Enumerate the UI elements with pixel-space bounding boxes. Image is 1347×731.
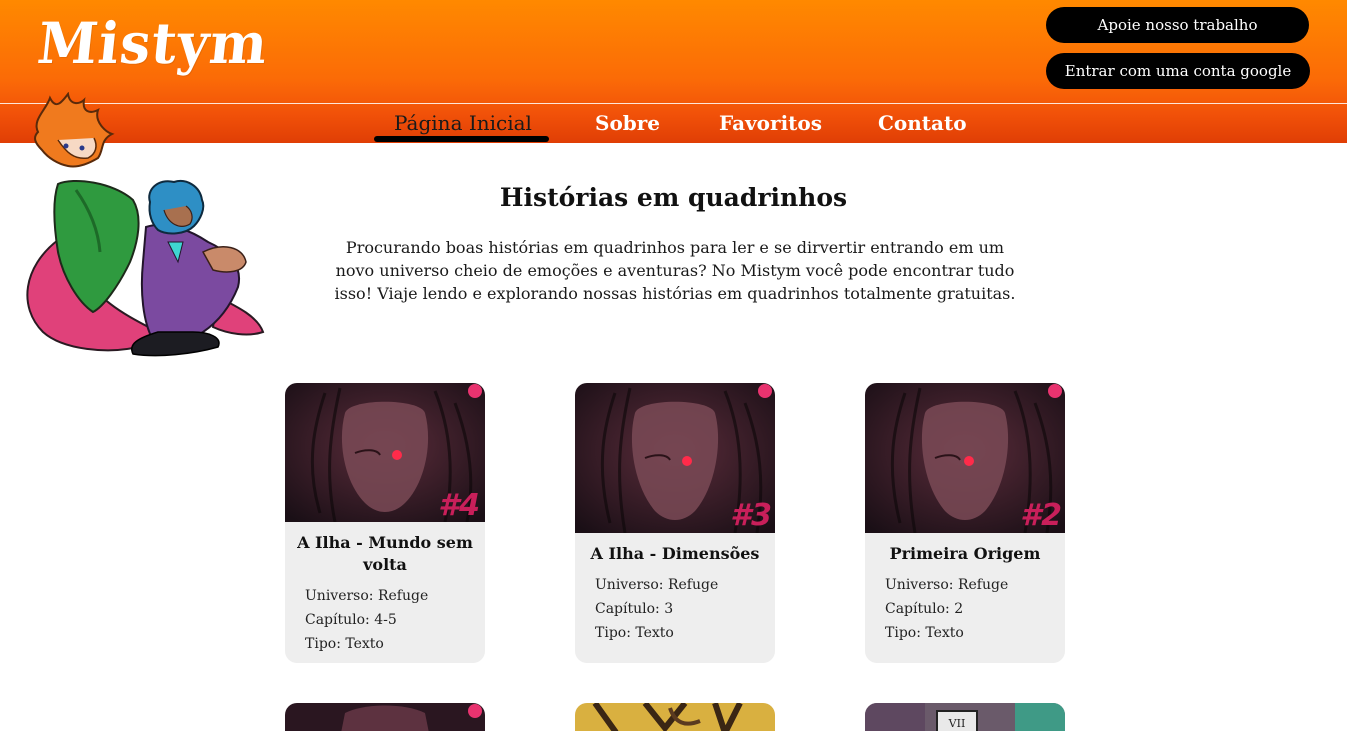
nav-active-indicator [374,136,549,142]
comic-title: A Ilha - Dimensões [590,544,760,563]
comic-title: Primeira Origem [889,544,1041,563]
svg-text:VII: VII [948,717,966,730]
comic-cover-image [575,703,775,731]
comic-type: Tipo: Texto [305,636,384,652]
comic-cover-image [285,703,485,731]
comic-card[interactable] [285,703,485,731]
nav-item-contact[interactable]: Contato [878,111,967,143]
comic-card[interactable]: #3 A Ilha - Dimensões Universo: Refuge C… [575,383,775,663]
comic-chapter: Capítulo: 4-5 [305,612,397,628]
comic-card[interactable]: VII [865,703,1065,731]
comic-card[interactable]: #4 A Ilha - Mundo sem volta Universo: Re… [285,383,485,663]
page: Mistym Apoie nosso trabalho Entrar com u… [0,0,1347,731]
comic-universe: Universo: Refuge [885,577,1009,593]
svg-text:#4: #4 [438,488,480,522]
support-button[interactable]: Apoie nosso trabalho [1046,7,1309,43]
comic-card[interactable] [575,703,775,731]
intro-text: Procurando boas histórias em quadrinhos … [334,238,1016,303]
nav-item-favorites[interactable]: Favoritos [719,111,822,143]
svg-text:#3: #3 [730,498,772,533]
comic-type: Tipo: Texto [595,625,674,641]
comic-universe: Universo: Refuge [595,577,719,593]
comic-cover-image: #4 [285,383,485,522]
google-login-button[interactable]: Entrar com uma conta google [1046,53,1310,89]
comic-cover-image: #3 [575,383,775,533]
comic-chapter: Capítulo: 2 [885,601,964,617]
site-logo[interactable]: Mistym [34,6,272,80]
mascot-illustration [26,92,265,357]
comic-cover-image: #2 [865,383,1065,533]
nav-item-about[interactable]: Sobre [595,111,660,143]
comic-chapter: Capítulo: 3 [595,601,674,617]
section-title: Histórias em quadrinhos [499,183,848,212]
comic-cover-image: VII [865,703,1065,731]
comic-type: Tipo: Texto [885,625,964,641]
svg-text:#2: #2 [1020,498,1062,533]
comic-title: A Ilha - Mundo sem volta [297,533,473,574]
comic-universe: Universo: Refuge [305,588,429,604]
comic-card[interactable]: #2 Primeira Origem Universo: Refuge Capí… [865,383,1065,663]
